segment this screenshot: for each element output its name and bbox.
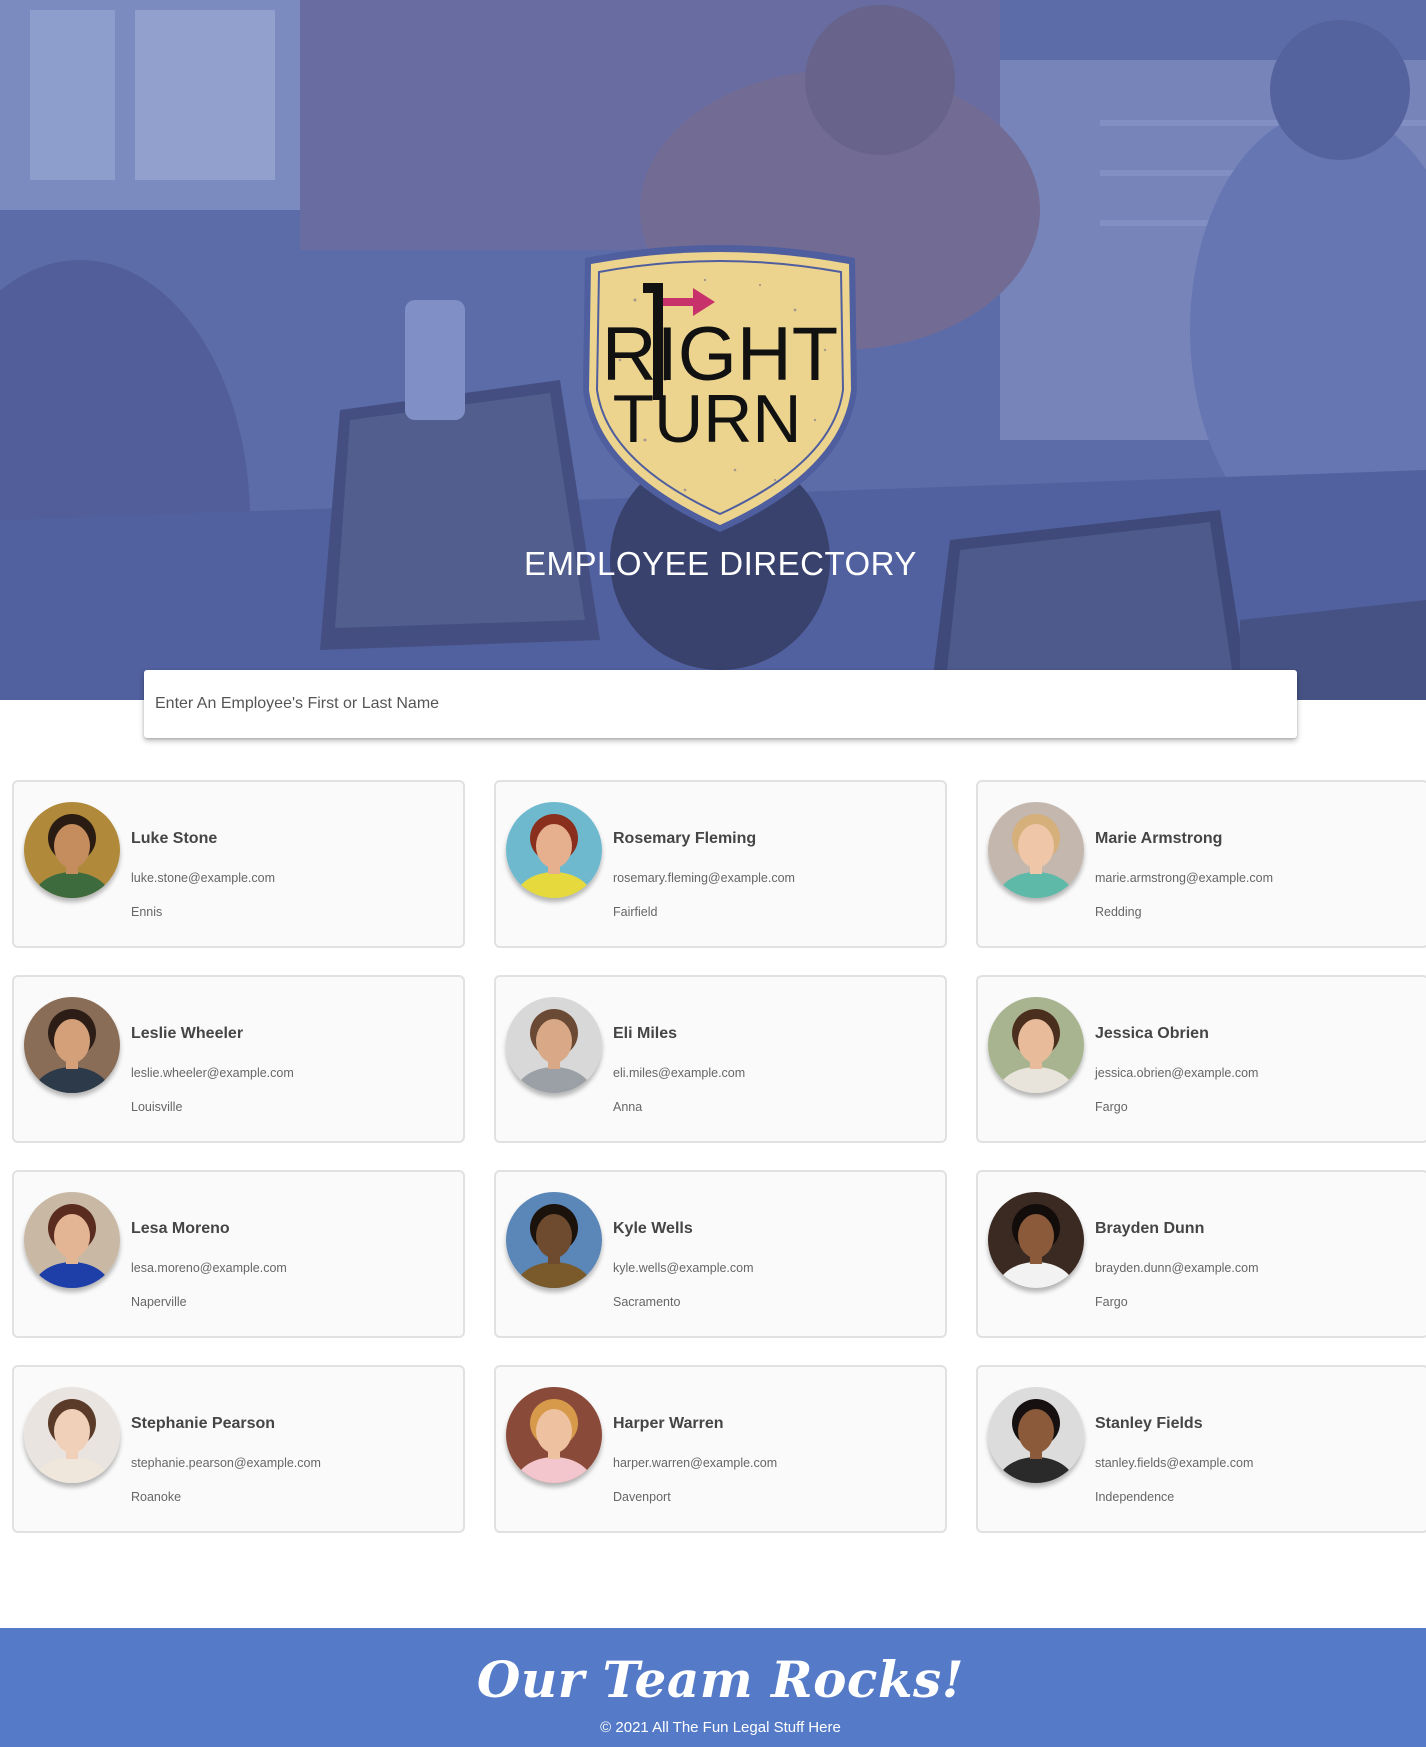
employee-card[interactable]: Leslie Wheeler leslie.wheeler@example.com… (12, 975, 465, 1143)
employee-city: Ennis (131, 905, 163, 919)
footer-title: Our Team Rocks! (476, 1650, 965, 1709)
employee-name: Kyle Wells (613, 1220, 693, 1237)
employee-city: Fargo (1095, 1100, 1128, 1114)
employee-city: Independence (1095, 1490, 1175, 1504)
employee-card[interactable]: Lesa Moreno lesa.moreno@example.com Naperv… (12, 1170, 465, 1338)
search-box (144, 670, 1297, 738)
employee-city: Sacramento (613, 1295, 681, 1309)
employee-name: Marie Armstrong (1095, 830, 1223, 847)
employee-card[interactable]: Stanley Fields stanley.fields@example.com… (976, 1365, 1426, 1533)
employee-name: Lesa Moreno (131, 1220, 230, 1237)
employee-avatar (24, 1192, 120, 1288)
employee-email: rosemary.fleming@example.com (613, 871, 795, 885)
employee-email: marie.armstrong@example.com (1095, 871, 1274, 885)
employee-card[interactable]: Harper Warren harper.warren@example.com Da… (494, 1365, 947, 1533)
employee-avatar (506, 802, 602, 898)
employee-email: jessica.obrien@example.com (1095, 1066, 1259, 1080)
employee-city: Louisville (131, 1100, 183, 1114)
page-title: EMPLOYEE DIRECTORY (524, 545, 917, 582)
hero-banner: RIGHT TURN EMPLOYEE DIRECTORY (0, 0, 1426, 700)
employee-avatar (506, 1387, 602, 1483)
employee-name: Eli Miles (613, 1025, 678, 1042)
employee-card[interactable]: Rosemary Fleming rosemary.fleming@example… (494, 780, 947, 948)
employee-name: Brayden Dunn (1095, 1220, 1205, 1237)
employee-name: Harper Warren (613, 1415, 724, 1432)
employee-name: Stanley Fields (1095, 1415, 1203, 1432)
employee-name: Luke Stone (131, 830, 218, 847)
employee-email: stephanie.pearson@example.com (131, 1456, 321, 1470)
employee-city: Redding (1095, 905, 1142, 919)
employee-city: Naperville (131, 1295, 187, 1309)
footer: Our Team Rocks! © 2021 All The Fun Legal… (0, 1628, 1426, 1747)
employee-email: harper.warren@example.com (613, 1456, 778, 1470)
employee-email: leslie.wheeler@example.com (131, 1066, 294, 1080)
employee-email: brayden.dunn@example.com (1095, 1261, 1259, 1275)
employee-avatar (988, 1192, 1084, 1288)
employee-card[interactable]: Eli Miles eli.miles@example.com Anna (494, 975, 947, 1143)
employee-name: Leslie Wheeler (131, 1025, 244, 1042)
search-input[interactable] (144, 670, 1297, 738)
employee-avatar (506, 1192, 602, 1288)
employee-email: kyle.wells@example.com (613, 1261, 754, 1275)
svg-text:TURN: TURN (613, 381, 802, 457)
employee-avatar (988, 1387, 1084, 1483)
employee-email: luke.stone@example.com (131, 871, 276, 885)
employee-avatar (24, 802, 120, 898)
employee-card[interactable]: Marie Armstrong marie.armstrong@example.c… (976, 780, 1426, 948)
employee-card[interactable]: Stephanie Pearson stephanie.pearson@examp… (12, 1365, 465, 1533)
employee-avatar (24, 1387, 120, 1483)
employee-email: stanley.fields@example.com (1095, 1456, 1254, 1470)
right-turn-logo: RIGHT TURN (583, 245, 857, 532)
copyright-text: © 2021 All The Fun Legal Stuff Here (600, 1719, 841, 1736)
employee-avatar (24, 997, 120, 1093)
employee-city: Fairfield (613, 905, 658, 919)
employee-city: Davenport (613, 1490, 671, 1504)
employee-card[interactable]: Brayden Dunn brayden.dunn@example.com Farg… (976, 1170, 1426, 1338)
employee-email: lesa.moreno@example.com (131, 1261, 287, 1275)
employee-city: Anna (613, 1100, 643, 1114)
employee-card[interactable]: Kyle Wells kyle.wells@example.com Sacramen… (494, 1170, 947, 1338)
employee-avatar (988, 997, 1084, 1093)
employee-city: Fargo (1095, 1295, 1128, 1309)
employee-name: Rosemary Fleming (613, 830, 757, 847)
employee-grid: Luke Stone luke.stone@example.com Ennis Ros… (12, 780, 1426, 1533)
employee-email: eli.miles@example.com (613, 1066, 746, 1080)
employee-city: Roanoke (131, 1490, 182, 1504)
employee-avatar (988, 802, 1084, 898)
employee-name: Jessica Obrien (1095, 1025, 1209, 1042)
employee-name: Stephanie Pearson (131, 1415, 276, 1432)
employee-avatar (506, 997, 602, 1093)
employee-card[interactable]: Luke Stone luke.stone@example.com Ennis (12, 780, 465, 948)
employee-card[interactable]: Jessica Obrien jessica.obrien@example.com… (976, 975, 1426, 1143)
